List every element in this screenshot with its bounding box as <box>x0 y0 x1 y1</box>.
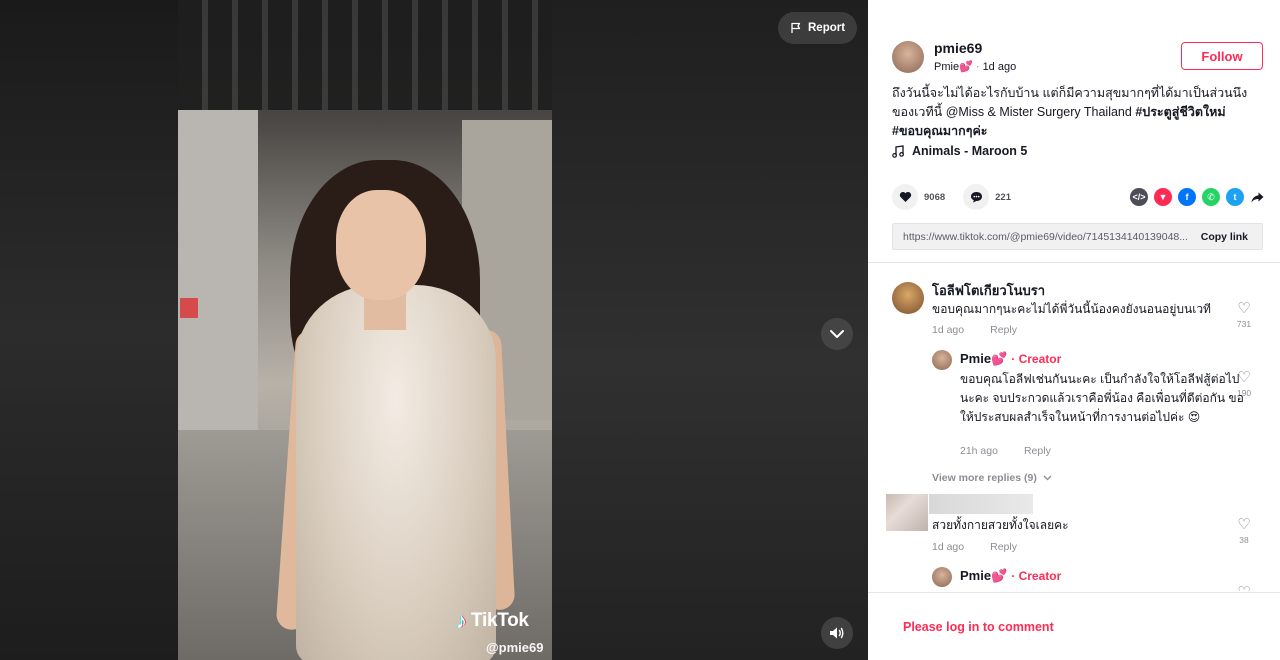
reply-time: 21h ago <box>960 445 998 457</box>
comment-bubble-icon <box>970 192 982 203</box>
comment-like[interactable]: ♡ 731 <box>1234 301 1254 329</box>
comment-time: 1d ago <box>932 324 965 336</box>
commenter-name[interactable]: โอลีฟโตเกียวโนบรา <box>932 283 1045 299</box>
share-buttons: </> ▼ f ✆ t <box>1130 188 1264 206</box>
post-time: 1d ago <box>982 61 1017 73</box>
reply-author-name[interactable]: Pmie💕 <box>960 351 1007 367</box>
tiktok-logo-icon: ♪ <box>456 608 467 633</box>
chevron-down-icon <box>830 330 844 338</box>
author-nickname-emoji: 💕 <box>959 61 973 73</box>
reply-avatar[interactable] <box>932 350 952 370</box>
comment-action[interactable]: 221 <box>963 184 1011 210</box>
creator-badge: · Creator <box>1011 569 1062 583</box>
separator-dot: · <box>975 61 980 73</box>
heart-outline-icon: ♡ <box>1234 585 1254 591</box>
reply-meta: 21h ago Reply <box>960 445 1051 457</box>
comment-like-count: 38 <box>1239 535 1249 545</box>
author-nickname: Pmie <box>934 61 960 73</box>
comment-time: 1d ago <box>932 541 965 553</box>
comment-text: ขอบคุณมากๆนะคะไม่ได้พี่วันนี้น้องคงยังนอ… <box>932 302 1211 316</box>
author-username[interactable]: pmie69 <box>934 40 1016 56</box>
like-count: 9068 <box>924 191 946 203</box>
reply-like[interactable]: ♡ <box>1234 585 1254 591</box>
friends-share-icon[interactable]: ▼ <box>1154 188 1172 206</box>
volume-icon <box>830 627 844 639</box>
tiktok-watermark: ♪ TikTok <box>456 608 529 634</box>
comment-like[interactable]: ♡ 38 <box>1234 517 1254 545</box>
commenter-avatar-blurred[interactable] <box>886 494 928 531</box>
volume-button[interactable] <box>821 617 853 649</box>
next-video-button[interactable] <box>821 318 853 350</box>
reply-like[interactable]: ♡ 190 <box>1234 370 1254 398</box>
hashtag-link[interactable]: #ขอบคุณมากๆค่ะ <box>892 124 988 138</box>
video-blur-background-left <box>0 0 178 660</box>
video-player[interactable]: ♪ TikTok @pmie69 Report <box>0 0 868 660</box>
creator-badge: · Creator <box>1011 352 1062 366</box>
twitter-icon[interactable]: t <box>1226 188 1244 206</box>
commenter-name-blurred[interactable] <box>929 494 1033 514</box>
comment-like-count: 731 <box>1236 319 1252 329</box>
video-caption: ถึงวันนี้จะไม่ได้อะไรกับบ้าน แต่ก็มีความ… <box>892 84 1264 141</box>
heart-outline-icon: ♡ <box>1237 516 1251 533</box>
reply-like-count: 190 <box>1236 388 1252 398</box>
share-link-url[interactable]: https://www.tiktok.com/@pmie69/video/714… <box>893 231 1187 243</box>
whatsapp-icon[interactable]: ✆ <box>1202 188 1220 206</box>
details-panel: pmie69 Pmie💕 · 1d ago Follow ถึงวันนี้จะ… <box>868 0 1280 660</box>
follow-button[interactable]: Follow <box>1181 42 1263 70</box>
chevron-down-icon <box>1043 475 1052 481</box>
reply-header: Pmie💕 · Creator <box>960 351 1061 367</box>
action-bar: 9068 221 </> ▼ f ✆ t <box>892 184 1264 210</box>
video-frame[interactable] <box>178 0 552 660</box>
facebook-icon[interactable]: f <box>1178 188 1196 206</box>
heart-icon <box>899 191 911 202</box>
heart-outline-icon: ♡ <box>1237 369 1251 386</box>
comment-meta: 1d ago Reply <box>932 541 1017 553</box>
author-avatar[interactable] <box>892 40 924 73</box>
music-title: Animals - Maroon 5 <box>912 144 1028 158</box>
heart-outline-icon: ♡ <box>1237 300 1251 317</box>
flag-icon <box>791 22 801 33</box>
login-to-comment-link[interactable]: Please log in to comment <box>903 620 1054 634</box>
video-subject-dress <box>296 285 496 660</box>
video-subject-face <box>336 190 426 300</box>
share-link-box: https://www.tiktok.com/@pmie69/video/714… <box>892 223 1263 250</box>
video-scene-ceiling <box>178 0 552 110</box>
view-more-label: View more replies (9) <box>932 472 1037 484</box>
author-info[interactable]: pmie69 Pmie💕 · 1d ago <box>892 40 1016 73</box>
report-button[interactable]: Report <box>778 12 858 44</box>
comment-meta: 1d ago Reply <box>932 324 1017 336</box>
comment-text: สวยทั้งกายสวยทั้งใจเลยคะ <box>932 518 1069 532</box>
reply-text: ขอบคุณโอลีฟเช่นกันนะคะ เป็นกำลังใจให้โอล… <box>960 372 1244 424</box>
commenter-avatar[interactable] <box>892 282 924 314</box>
video-scene-sign <box>180 298 198 318</box>
copy-link-button[interactable]: Copy link <box>1187 231 1262 243</box>
reply-header: Pmie💕 · Creator <box>960 568 1061 584</box>
view-more-replies[interactable]: View more replies (9) <box>932 472 1052 484</box>
reply-author-name[interactable]: Pmie💕 <box>960 568 1007 584</box>
comment-button[interactable] <box>963 184 990 210</box>
watermark-handle: @pmie69 <box>486 640 544 655</box>
like-button[interactable] <box>892 184 918 210</box>
reply-button[interactable]: Reply <box>990 541 1017 553</box>
music-link[interactable]: Animals - Maroon 5 <box>892 144 1027 158</box>
hashtag-link[interactable]: #ประตูสู่ชีวิตใหม่ <box>1135 105 1225 119</box>
report-label: Report <box>808 22 846 34</box>
share-more-icon[interactable] <box>1250 190 1264 204</box>
reply-avatar[interactable] <box>932 567 952 587</box>
comment-login-bar: Please log in to comment <box>868 592 1280 660</box>
comment-count: 221 <box>995 191 1011 203</box>
reply-button[interactable]: Reply <box>990 324 1017 336</box>
embed-icon[interactable]: </> <box>1130 188 1148 206</box>
author-subline: Pmie💕 · 1d ago <box>934 60 1016 73</box>
reply-button[interactable]: Reply <box>1024 445 1051 457</box>
music-note-icon <box>892 144 904 158</box>
comment-list[interactable]: โอลีฟโตเกียวโนบรา ขอบคุณมากๆนะคะไม่ได้พี… <box>868 263 1280 591</box>
like-action[interactable]: 9068 <box>892 184 945 210</box>
watermark-text: TikTok <box>471 610 529 631</box>
